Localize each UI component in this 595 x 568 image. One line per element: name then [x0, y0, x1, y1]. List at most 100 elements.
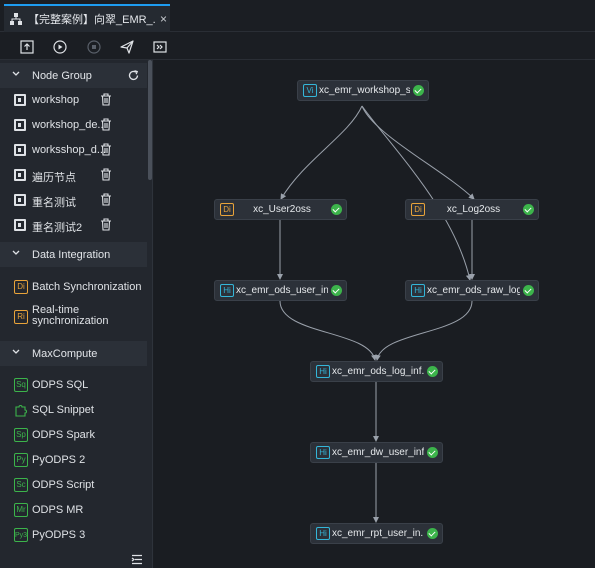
trash-icon[interactable] [100, 143, 112, 156]
node-type-odps-spark[interactable]: Sp ODPS Spark [0, 424, 147, 446]
item-label: Real-time synchronization [32, 304, 109, 327]
success-check-icon [523, 285, 534, 296]
item-label: workshop_de... [32, 119, 107, 131]
node-group-item[interactable]: workshop [0, 89, 147, 111]
node-type-realtime-sync[interactable]: Ri Real-time synchronization [0, 304, 147, 330]
node-group-item[interactable]: worksshop_d... [0, 139, 147, 161]
item-label: 遍历节点 [32, 172, 76, 184]
item-label: ODPS Script [32, 479, 95, 491]
node-type-odps-script[interactable]: Sc ODPS Script [0, 474, 147, 496]
refresh-icon[interactable] [128, 70, 139, 81]
collapse-panel-icon[interactable] [131, 554, 143, 565]
success-check-icon [427, 528, 438, 539]
success-check-icon [331, 204, 342, 215]
workflow-node[interactable]: Hi xc_emr_ods_user_in... [214, 280, 347, 301]
puzzle-icon [15, 405, 27, 417]
node-type-batch-sync[interactable]: Di Batch Synchronization [0, 276, 147, 298]
workflow-node[interactable]: Hi xc_emr_rpt_user_in... [310, 523, 443, 544]
stop-button[interactable] [84, 37, 104, 57]
vi-badge-icon: Vi [303, 84, 317, 97]
edge [280, 105, 363, 200]
node-group-icon [14, 169, 26, 181]
edge [361, 105, 475, 200]
publish-icon [120, 40, 134, 54]
workflow-node[interactable]: Hi xc_emr_ods_raw_log... [405, 280, 539, 301]
item-label: worksshop_d... [32, 144, 106, 156]
group-data-integration[interactable]: Data Integration [0, 242, 147, 267]
node-label: xc_emr_workshop_st... [319, 85, 410, 96]
chevron-down-icon [12, 250, 20, 255]
stop-icon [87, 40, 101, 54]
group-title: Node Group [32, 70, 92, 82]
workflow-node[interactable]: Hi xc_emr_ods_log_inf... [310, 361, 443, 382]
node-group-icon [14, 194, 26, 206]
di-badge-icon: Di [220, 203, 234, 216]
workflow-node[interactable]: Hi xc_emr_dw_user_inf... [310, 442, 443, 463]
edge [279, 300, 377, 361]
chevron-down-icon [12, 71, 20, 76]
hi-badge-icon: Hi [220, 284, 234, 297]
hi-badge-icon: Hi [411, 284, 425, 297]
item-label: 重名测试2 [32, 222, 83, 234]
trash-icon[interactable] [100, 168, 112, 181]
di-badge-icon: Di [411, 203, 425, 216]
node-label: xc_emr_rpt_user_in... [332, 528, 424, 539]
node-label: xc_emr_dw_user_inf... [332, 447, 424, 458]
node-type-odps-mr[interactable]: Mr ODPS MR [0, 499, 147, 521]
node-type-sql-snippet[interactable]: SQL Snippet [0, 399, 147, 421]
node-type-pyodps-2[interactable]: Py PyODPS 2 [0, 449, 147, 471]
node-label: xc_emr_ods_log_inf... [332, 366, 424, 377]
tab-title: 【完整案例】向翠_EMR_... [28, 14, 156, 26]
close-icon[interactable]: × [160, 12, 167, 26]
node-group-item[interactable]: 重名测试2 [0, 214, 147, 236]
goto-ops-button[interactable] [150, 37, 170, 57]
hi-badge-icon: Hi [316, 527, 330, 540]
trash-icon[interactable] [100, 93, 112, 106]
workflow-icon [10, 13, 22, 25]
ri-badge-icon: Ri [14, 310, 28, 324]
workflow-node[interactable]: Di xc_User2oss [214, 199, 347, 220]
item-label: workshop [32, 94, 80, 106]
run-button[interactable] [50, 37, 70, 57]
edges-layer [277, 105, 475, 523]
goto-ops-icon [153, 41, 167, 53]
node-group-item[interactable]: workshop_de... [0, 114, 147, 136]
success-check-icon [523, 204, 534, 215]
item-label: ODPS SQL [32, 379, 89, 391]
tab-workflow[interactable]: 【完整案例】向翠_EMR_... × [4, 4, 170, 32]
tab-bar: 【完整案例】向翠_EMR_... × [0, 0, 595, 32]
node-group-item[interactable]: 重名测试 [0, 189, 147, 211]
submit-button[interactable] [17, 37, 37, 57]
node-group-icon [14, 119, 26, 131]
trash-icon[interactable] [100, 193, 112, 206]
node-type-odps-sql[interactable]: Sq ODPS SQL [0, 374, 147, 396]
hi-badge-icon: Hi [316, 365, 330, 378]
submit-icon [20, 40, 34, 54]
group-maxcompute[interactable]: MaxCompute [0, 341, 147, 366]
workflow-node[interactable]: Vi xc_emr_workshop_st... [297, 80, 429, 101]
mr-badge-icon: Mr [14, 503, 28, 517]
edge [361, 105, 472, 281]
trash-icon[interactable] [100, 118, 112, 131]
node-label: xc_emr_ods_user_in... [236, 285, 328, 296]
group-title: Data Integration [32, 249, 111, 261]
node-label: xc_emr_ods_raw_log... [427, 285, 520, 296]
py-badge-icon: Py [14, 453, 28, 467]
edge [374, 300, 473, 361]
group-node-group[interactable]: Node Group [0, 63, 147, 88]
run-icon [53, 40, 67, 54]
node-type-pyodps-3[interactable]: Py3 PyODPS 3 [0, 524, 147, 546]
publish-button[interactable] [117, 37, 137, 57]
workflow-node[interactable]: Di xc_Log2oss [405, 199, 539, 220]
node-label: xc_Log2oss [446, 204, 501, 215]
workflow-canvas[interactable]: Vi xc_emr_workshop_st... Di xc_User2oss … [154, 60, 595, 568]
sidebar-scrollbar[interactable] [148, 60, 152, 180]
node-group-item[interactable]: 遍历节点 [0, 164, 147, 186]
item-label: SQL Snippet [32, 404, 94, 416]
node-label: xc_User2oss [253, 204, 311, 215]
trash-icon[interactable] [100, 218, 112, 231]
item-label: PyODPS 3 [32, 529, 86, 541]
toolbar [0, 33, 595, 60]
success-check-icon [427, 447, 438, 458]
sp-badge-icon: Sp [14, 428, 28, 442]
